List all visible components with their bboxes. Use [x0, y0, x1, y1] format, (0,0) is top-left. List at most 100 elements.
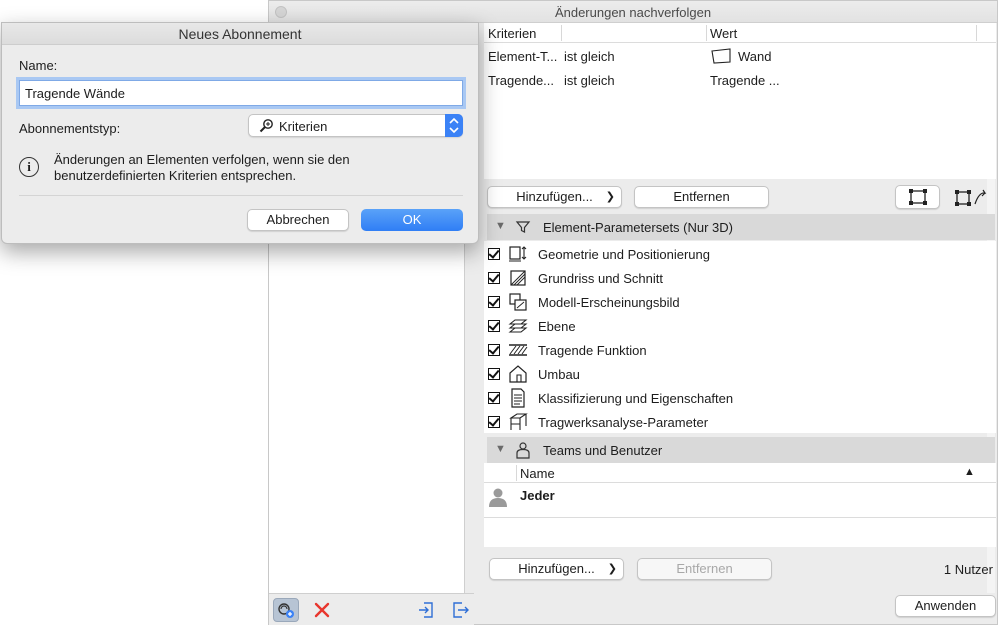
criteria-table-header: Kriterien Wert: [484, 23, 996, 43]
new-subscription-button[interactable]: [273, 598, 299, 622]
parameterset-item[interactable]: Geometrie und Positionierung: [484, 242, 996, 266]
chevron-right-icon: ❯: [605, 191, 615, 203]
selection-arrow-icon: [955, 189, 987, 206]
structural-analysis-icon: [509, 413, 528, 430]
name-label: Name:: [19, 58, 58, 73]
criteria-name: Element-T...: [488, 49, 558, 64]
apply-button[interactable]: Anwenden: [895, 595, 996, 617]
criteria-magnifier-icon: [259, 119, 273, 133]
parameterset-checkbox[interactable]: [488, 416, 500, 428]
teams-section-header[interactable]: ▼ Teams und Benutzer: [487, 437, 995, 463]
criteria-value: Wand: [738, 49, 772, 64]
name-input[interactable]: [19, 80, 463, 106]
select-and-go-button[interactable]: [953, 188, 997, 208]
user-row[interactable]: Jeder: [484, 484, 996, 516]
model-appearance-icon: [509, 293, 527, 311]
parameterset-item[interactable]: Klassifizierung und Eigenschaften: [484, 386, 996, 410]
select-stepper[interactable]: [445, 114, 463, 137]
dialog-titlebar: Neues Abonnement: [2, 23, 478, 45]
users-table: Name ▲ Jeder: [484, 463, 996, 547]
column-value[interactable]: Wert: [710, 26, 737, 41]
ok-button[interactable]: OK: [361, 209, 463, 231]
parameterset-checkbox[interactable]: [488, 344, 500, 356]
add-user-label: Hinzufügen...: [518, 561, 595, 576]
user-icon: [516, 442, 530, 459]
select-elements-button[interactable]: [895, 185, 940, 209]
structural-function-icon: [509, 344, 528, 356]
dialog-title: Neues Abonnement: [178, 26, 302, 42]
parameterset-label: Umbau: [538, 367, 580, 382]
remove-criteria-button[interactable]: Entfernen: [634, 186, 769, 208]
parameterset-item[interactable]: Ebene: [484, 314, 996, 338]
parameterset-label: Geometrie und Positionierung: [538, 247, 710, 262]
remove-user-button[interactable]: Entfernen: [637, 558, 772, 580]
column-criteria[interactable]: Kriterien: [488, 26, 536, 41]
user-count: 1 Nutzer: [943, 562, 993, 577]
export-icon: [453, 602, 469, 618]
user-name: Jeder: [520, 488, 555, 503]
parameterset-item[interactable]: Umbau: [484, 362, 996, 386]
criteria-name: Tragende...: [488, 73, 555, 88]
delete-subscription-button[interactable]: [309, 598, 335, 622]
criteria-operator: ist gleich: [564, 73, 615, 88]
main-titlebar: Änderungen nachverfolgen: [269, 1, 997, 23]
criteria-operator: ist gleich: [564, 49, 615, 64]
sort-ascending-icon[interactable]: ▲: [964, 466, 975, 478]
criteria-row[interactable]: Tragende... ist gleich Tragende ...: [484, 69, 996, 91]
parameterset-checkbox[interactable]: [488, 248, 500, 260]
add-criteria-button[interactable]: Hinzufügen... ❯: [487, 186, 622, 208]
add-criteria-label: Hinzufügen...: [516, 189, 593, 204]
teams-title: Teams und Benutzer: [543, 443, 663, 458]
disclosure-triangle-icon[interactable]: ▼: [495, 220, 506, 232]
classification-icon: [511, 388, 525, 408]
parameterset-item[interactable]: Tragende Funktion: [484, 338, 996, 362]
import-button[interactable]: [414, 598, 440, 622]
layer-icon: [508, 319, 528, 333]
parametersets-section-header[interactable]: ▼ Element-Parametersets (Nur 3D): [487, 214, 995, 240]
parameterset-item[interactable]: Modell-Erscheinungsbild: [484, 290, 996, 314]
info-text: Änderungen an Elementen verfolgen, wenn …: [54, 152, 350, 183]
parametersets-list: Geometrie und Positionierung Grundriss u…: [484, 241, 996, 433]
subscription-type-label: Abonnementstyp:: [19, 121, 121, 136]
parameterset-checkbox[interactable]: [488, 272, 500, 284]
new-subscription-dialog: Neues Abonnement Name: Abonnementstyp: K…: [1, 22, 479, 244]
criteria-row[interactable]: Element-T... ist gleich Wand: [484, 45, 996, 67]
parameterset-item[interactable]: Grundriss und Schnitt: [484, 266, 996, 290]
parameterset-checkbox[interactable]: [488, 320, 500, 332]
delete-x-icon: [314, 602, 330, 618]
chevron-right-icon: ❯: [607, 563, 617, 575]
add-user-button[interactable]: Hinzufügen... ❯: [489, 558, 624, 580]
criteria-value: Tragende ...: [710, 73, 780, 88]
parameterset-label: Modell-Erscheinungsbild: [538, 295, 680, 310]
parameterset-checkbox[interactable]: [488, 368, 500, 380]
parametersets-title: Element-Parametersets (Nur 3D): [543, 220, 733, 235]
floorplan-icon: [510, 270, 526, 286]
cancel-button[interactable]: Abbrechen: [247, 209, 349, 231]
parameterset-checkbox[interactable]: [488, 392, 500, 404]
parameterset-checkbox[interactable]: [488, 296, 500, 308]
dialog-divider: [19, 195, 463, 196]
parameterset-label: Klassifizierung und Eigenschaften: [538, 391, 734, 406]
parameterset-label: Tragwerksanalyse-Parameter: [538, 415, 709, 430]
criteria-table[interactable]: Kriterien Wert Element-T... ist gleich W…: [484, 23, 996, 179]
import-icon: [419, 602, 433, 618]
wall-icon: [711, 48, 731, 64]
parameterset-item[interactable]: Tragwerksanalyse-Parameter: [484, 410, 996, 434]
window-title: Änderungen nachverfolgen: [554, 5, 712, 20]
subscription-icon: [278, 603, 294, 618]
renovation-icon: [509, 365, 527, 383]
chevron-updown-icon: [449, 117, 459, 134]
avatar: [489, 488, 507, 507]
parameterset-label: Tragende Funktion: [538, 343, 647, 358]
parameterset-label: Ebene: [538, 319, 576, 334]
info-icon: i: [19, 157, 39, 177]
column-name[interactable]: Name: [520, 466, 555, 481]
export-button[interactable]: [447, 598, 473, 622]
disclosure-triangle-icon[interactable]: ▼: [495, 443, 506, 455]
subscription-type-value: Kriterien: [279, 119, 328, 134]
filter-icon: [515, 221, 531, 233]
subscription-type-select[interactable]: Kriterien: [248, 114, 463, 137]
users-table-header: Name ▲: [484, 463, 996, 483]
parameterset-label: Grundriss und Schnitt: [538, 271, 664, 286]
selection-rect-icon: [908, 189, 927, 205]
